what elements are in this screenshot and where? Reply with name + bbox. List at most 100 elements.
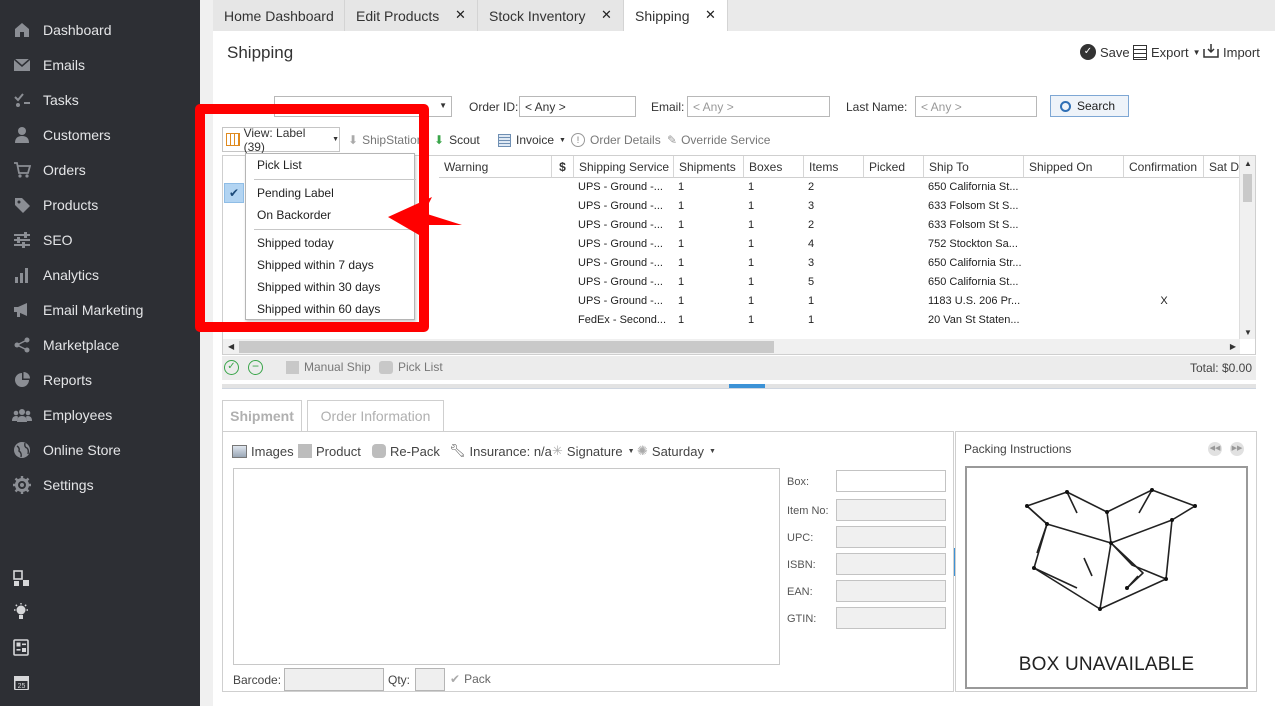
caret-down-icon: ▼ — [559, 136, 566, 144]
menu-item-pick-list[interactable]: Pick List — [246, 155, 414, 175]
column-header-picked[interactable]: Picked — [864, 156, 924, 178]
product-button[interactable]: Product — [298, 442, 361, 460]
upc-label: UPC: — [787, 532, 814, 544]
menu-item-shipped-60-days[interactable]: Shipped within 60 days — [246, 299, 414, 319]
import-button[interactable]: Import — [1203, 42, 1260, 62]
column-header-price-icon[interactable]: $ — [552, 156, 574, 178]
insurance-button[interactable]: 🔧︎ Insurance: n/a — [449, 442, 552, 460]
sidebar-item-emails[interactable]: Emails — [0, 47, 200, 82]
column-header-warning[interactable]: Warning — [439, 156, 552, 178]
menu-item-label: Pending Label — [257, 186, 334, 200]
menu-item-shipped-7-days[interactable]: Shipped within 7 days — [246, 255, 414, 275]
layout-toggle-icon[interactable] — [11, 568, 31, 588]
order-details-button[interactable]: ! Order Details — [571, 131, 661, 149]
invoice-button[interactable]: Invoice ▼ — [498, 131, 566, 149]
sidebar-item-orders[interactable]: Orders — [0, 152, 200, 187]
column-header-shipped-on[interactable]: Shipped On — [1024, 156, 1124, 178]
sidebar-item-tasks[interactable]: Tasks — [0, 82, 200, 117]
box-label: Box: — [787, 476, 810, 488]
table-cell-confirmation — [1124, 235, 1204, 254]
save-button[interactable]: ✓ Save — [1080, 42, 1130, 62]
column-header-shipments[interactable]: Shipments — [674, 156, 744, 178]
export-button[interactable]: Export ▼ — [1133, 42, 1201, 62]
override-service-button[interactable]: ✎ Override Service — [667, 131, 770, 149]
barcode-input[interactable] — [284, 668, 384, 691]
close-icon[interactable]: ✕ — [705, 8, 717, 21]
column-header-sat-delivery[interactable]: Sat De — [1204, 156, 1240, 178]
sidebar-item-label: Customers — [43, 126, 111, 143]
manual-ship-button[interactable]: Manual Ship — [286, 360, 371, 374]
shipment-items-area[interactable] — [233, 468, 780, 665]
column-header-items[interactable]: Items — [804, 156, 864, 178]
panel-splitter[interactable] — [222, 384, 1256, 389]
envelope-icon — [12, 55, 32, 75]
close-icon[interactable]: ✕ — [601, 8, 613, 21]
table-cell-shipments: 1 — [678, 276, 685, 288]
tab-shipping[interactable]: Shipping ✕ — [624, 0, 728, 31]
menu-item-shipped-30-days[interactable]: Shipped within 30 days — [246, 277, 414, 297]
column-header-confirmation[interactable]: Confirmation — [1124, 156, 1204, 178]
calendar-icon[interactable]: 25 — [11, 672, 31, 692]
previous-icon[interactable]: ◀◀ — [1208, 442, 1222, 456]
sidebar-item-reports[interactable]: Reports — [0, 362, 200, 397]
next-icon[interactable]: ▶▶ — [1230, 442, 1244, 456]
sidebar-item-settings[interactable]: Settings — [0, 467, 200, 502]
calculator-icon[interactable] — [11, 637, 31, 657]
sidebar-item-analytics[interactable]: Analytics — [0, 257, 200, 292]
splitter-grip[interactable] — [729, 384, 765, 388]
pick-list-label: Pick List — [398, 360, 443, 374]
vertical-scrollbar[interactable]: ▲ ▼ — [1239, 156, 1255, 339]
sidebar-item-dashboard[interactable]: Dashboard — [0, 12, 200, 47]
pick-list-button[interactable]: Pick List — [379, 360, 443, 374]
sidebar-item-seo[interactable]: SEO — [0, 222, 200, 257]
scroll-thumb[interactable] — [1243, 174, 1252, 202]
tab-home-dashboard[interactable]: Home Dashboard — [213, 0, 345, 31]
table-cell-items: 2 — [808, 219, 815, 231]
scroll-thumb[interactable] — [239, 341, 774, 353]
scout-button[interactable]: ⬇ Scout — [434, 131, 480, 149]
shipstation-button[interactable]: ⬇ ShipStation — [348, 131, 423, 149]
column-header-shipping-service[interactable]: Shipping Service — [574, 156, 674, 178]
scroll-right-icon[interactable]: ▶ — [1230, 342, 1236, 351]
tab-stock-inventory[interactable]: Stock Inventory ✕ — [478, 0, 624, 31]
download-green-icon: ⬇ — [434, 133, 445, 147]
saturday-dropdown[interactable]: ✺ Saturday ▼ — [637, 442, 716, 460]
sidebar-item-email-marketing[interactable]: Email Marketing — [0, 292, 200, 327]
tab-shipment[interactable]: Shipment — [222, 400, 302, 432]
ean-input — [836, 580, 946, 602]
column-header-boxes[interactable]: Boxes — [744, 156, 804, 178]
calendar-grid-icon — [226, 133, 240, 146]
qty-input[interactable] — [415, 668, 445, 691]
sidebar-item-employees[interactable]: Employees — [0, 397, 200, 432]
images-button[interactable]: Images — [232, 442, 294, 460]
email-label: Email: — [651, 100, 685, 114]
caret-down-icon: ▼ — [708, 447, 716, 455]
sidebar-item-customers[interactable]: Customers — [0, 117, 200, 152]
pack-button[interactable]: ✔ Pack — [450, 672, 491, 686]
minus-circle-icon[interactable]: − — [248, 360, 263, 375]
scroll-up-icon[interactable]: ▲ — [1244, 159, 1252, 168]
table-cell-boxes: 1 — [748, 200, 755, 212]
tab-order-information[interactable]: Order Information — [307, 400, 444, 432]
search-button[interactable]: Search — [1050, 95, 1129, 117]
horizontal-scrollbar[interactable]: ◀ ▶ — [223, 339, 1240, 354]
sidebar-item-label: Tasks — [43, 91, 79, 108]
sidebar-item-online-store[interactable]: Online Store — [0, 432, 200, 467]
tab-edit-products[interactable]: Edit Products ✕ — [345, 0, 478, 31]
scroll-down-icon[interactable]: ▼ — [1244, 328, 1252, 337]
lightbulb-icon[interactable] — [11, 602, 31, 622]
approve-icon[interactable]: ✓ — [224, 360, 239, 375]
signature-dropdown[interactable]: ✳ Signature ▼ — [552, 442, 635, 460]
scroll-left-icon[interactable]: ◀ — [228, 342, 234, 351]
last-name-input[interactable]: < Any > — [915, 96, 1037, 117]
close-icon[interactable]: ✕ — [455, 8, 467, 21]
sidebar-item-marketplace[interactable]: Marketplace — [0, 327, 200, 362]
email-input[interactable]: < Any > — [687, 96, 830, 117]
sidebar-item-products[interactable]: Products — [0, 187, 200, 222]
box-input[interactable] — [836, 470, 946, 492]
column-header-ship-to[interactable]: Ship To — [924, 156, 1024, 178]
view-dropdown-button[interactable]: View: Label (39) ▼ — [222, 126, 340, 154]
repack-button[interactable]: Re-Pack — [372, 442, 440, 460]
status-select[interactable]: ▼ — [274, 96, 452, 117]
order-id-input[interactable]: < Any > — [519, 96, 636, 117]
